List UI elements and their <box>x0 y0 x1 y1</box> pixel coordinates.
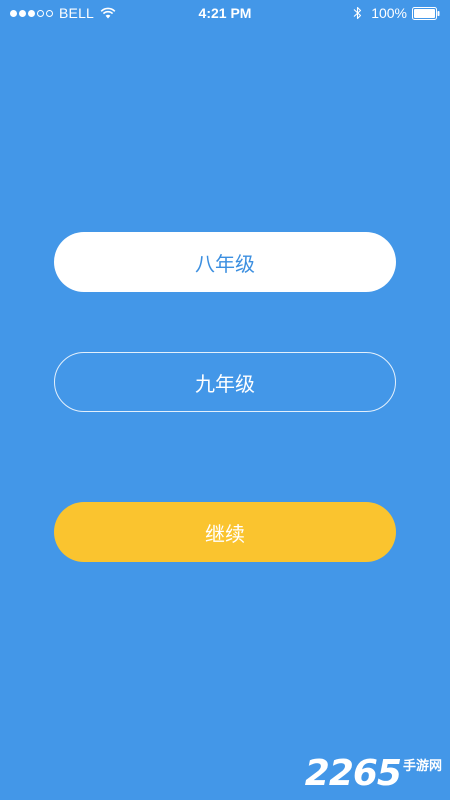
grade-8-option[interactable]: 八年级 <box>54 232 396 292</box>
battery-icon <box>412 6 440 20</box>
watermark-text: 手游网 <box>402 759 442 774</box>
status-right: 100% <box>353 5 440 21</box>
continue-button[interactable]: 继续 <box>54 502 396 562</box>
battery-percent: 100% <box>371 5 407 21</box>
watermark-number: 2265 <box>304 753 402 794</box>
grade-9-option[interactable]: 九年级 <box>54 352 396 412</box>
bluetooth-icon <box>353 6 362 20</box>
site-watermark: 2265 手游网 <box>305 755 442 792</box>
status-bar: BELL 4:21 PM 100% <box>0 0 450 26</box>
